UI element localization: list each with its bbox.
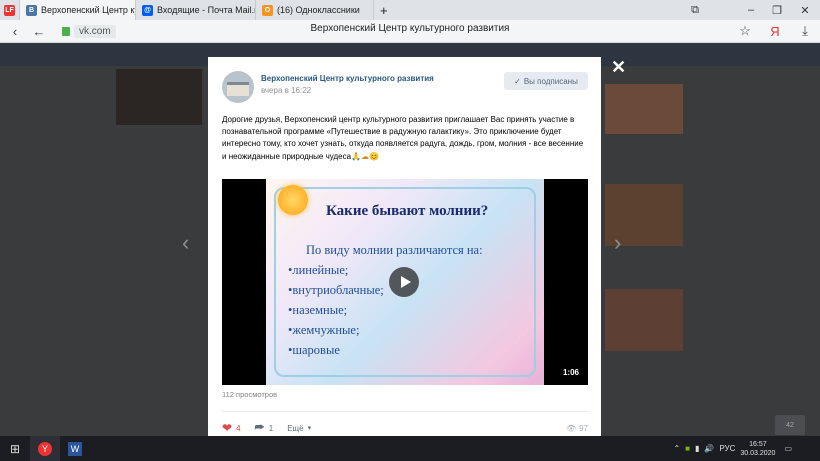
post-actions: ❤ 4 ⮫ 1 Ещё ▾ 👁 97 [222, 421, 588, 435]
counter-value: 42 [786, 421, 794, 429]
check-icon: ✓ [514, 76, 521, 86]
more-button[interactable]: Ещё ▾ [287, 424, 311, 433]
word-icon[interactable]: W [60, 436, 90, 461]
slide-item: •шаровые [288, 343, 340, 357]
page-title: Верхопенский Центр культурного развития [310, 23, 510, 34]
bookmark-star-icon[interactable]: ☆ [736, 23, 754, 39]
tab-label: Верхопенский Центр ку [41, 5, 136, 15]
slide-subtitle: По виду молнии различаются на: [306, 243, 483, 257]
tray-up-icon[interactable]: ⌃ [673, 444, 680, 453]
tab-ok[interactable]: О (16) Одноклассники [256, 0, 374, 20]
bg-video-thumb [605, 289, 683, 351]
tab-mail[interactable]: @ Входящие - Почта Mail.ru [136, 0, 256, 20]
tab-label: Входящие - Почта Mail.ru [157, 5, 256, 15]
emoji-icons: 🙏☁😊 [351, 151, 379, 161]
sun-icon [278, 185, 308, 215]
url-host: vk.com [74, 25, 116, 38]
video-views: 112 просмотров [222, 390, 278, 399]
avatar[interactable] [222, 71, 254, 103]
close-window-icon[interactable]: ✕ [794, 0, 816, 20]
volume-icon[interactable]: 🔊 [704, 444, 714, 453]
browser-tab-bar: LF В Верхопенский Центр ку ✕ @ Входящие … [0, 0, 820, 20]
clock-date: 30.03.2020 [740, 449, 776, 457]
author-name[interactable]: Верхопенский Центр культурного развития [261, 74, 434, 83]
subscribed-label: Вы подписаны [523, 76, 578, 86]
share-button[interactable]: ⮫ 1 [255, 422, 274, 435]
notifications-icon[interactable]: ▭ [784, 444, 792, 453]
taskbar: ⊞ Y W ⌃ ■ ▮ 🔊 РУС 16:57 30.03.2020 ▭ [0, 436, 820, 461]
post-modal: Верхопенский Центр культурного развития … [208, 57, 601, 436]
post-time[interactable]: вчера в 16:22 [261, 86, 311, 95]
mail-icon: @ [142, 4, 153, 16]
scroll-counter[interactable]: 42 [775, 415, 805, 435]
yandex-icon[interactable]: Я [766, 24, 784, 39]
lock-icon [62, 27, 70, 36]
clock[interactable]: 16:57 30.03.2020 [740, 440, 775, 458]
share-icon: ⮫ [254, 421, 265, 434]
eye-icon: 👁 [565, 423, 577, 433]
download-icon[interactable]: ⤓ [796, 23, 814, 39]
play-button[interactable] [389, 267, 419, 297]
clock-time: 16:57 [749, 440, 767, 448]
tab-label: (16) Одноклассники [277, 5, 360, 15]
system-tray: ⌃ ■ ▮ 🔊 РУС 16:57 30.03.2020 ▭ [673, 436, 792, 461]
yandex-browser-icon[interactable]: Y [30, 436, 60, 461]
nvidia-icon[interactable]: ■ [685, 444, 690, 453]
views-count: 97 [579, 423, 588, 433]
url-field[interactable]: vk.com [62, 24, 116, 39]
post-body: Дорогие друзья, Верхопенский центр культ… [222, 115, 584, 161]
address-bar: ‹ ← Верхопенский Центр культурного разви… [0, 20, 820, 43]
slide-item: •наземные; [288, 303, 348, 317]
video-player[interactable]: Какие бывают молнии? По виду молнии разл… [222, 179, 588, 385]
maximize-icon[interactable]: ❐ [766, 0, 788, 20]
chevron-down-icon: ▾ [307, 425, 312, 432]
post-text: Дорогие друзья, Верхопенский центр культ… [222, 114, 588, 163]
share-count: 1 [268, 423, 274, 433]
slide-item: •внутриоблачные; [288, 283, 384, 297]
subscribed-button[interactable]: ✓ Вы подписаны [504, 72, 588, 90]
minimize-icon[interactable]: – [740, 0, 762, 20]
back-icon[interactable]: ‹ [6, 24, 24, 39]
new-tab-button[interactable]: + [374, 0, 394, 20]
like-count: 4 [236, 423, 241, 433]
browser-menu-button[interactable]: LF [0, 0, 20, 20]
vk-icon: В [26, 4, 37, 16]
tab-vk[interactable]: В Верхопенский Центр ку ✕ [20, 0, 136, 20]
bookmarks-icon[interactable]: ⧉ [684, 0, 706, 20]
bg-video-thumb [605, 84, 683, 134]
more-label: Ещё [287, 423, 304, 433]
forward-icon[interactable]: ← [30, 24, 48, 39]
bg-video-thumb [116, 69, 202, 125]
views-counter: 👁 97 [566, 424, 588, 433]
heart-icon: ❤ [222, 421, 233, 435]
slide-item: •линейные; [288, 263, 349, 277]
network-icon[interactable]: ▮ [695, 444, 699, 453]
divider [222, 411, 588, 412]
video-duration: 1:06 [562, 368, 579, 377]
prev-arrow-icon[interactable]: ‹ [182, 230, 189, 256]
next-arrow-icon[interactable]: › [614, 230, 621, 256]
close-icon[interactable]: ✕ [611, 57, 626, 78]
language-indicator[interactable]: РУС [719, 444, 735, 453]
slide-item: •жемчужные; [288, 323, 360, 337]
ok-icon: О [262, 4, 273, 16]
yandex-menu-icon: LF [4, 4, 15, 16]
like-button[interactable]: ❤ 4 [222, 421, 241, 435]
windows-start-icon[interactable]: ⊞ [0, 436, 30, 461]
slide-title: Какие бывают молнии? [326, 203, 489, 219]
